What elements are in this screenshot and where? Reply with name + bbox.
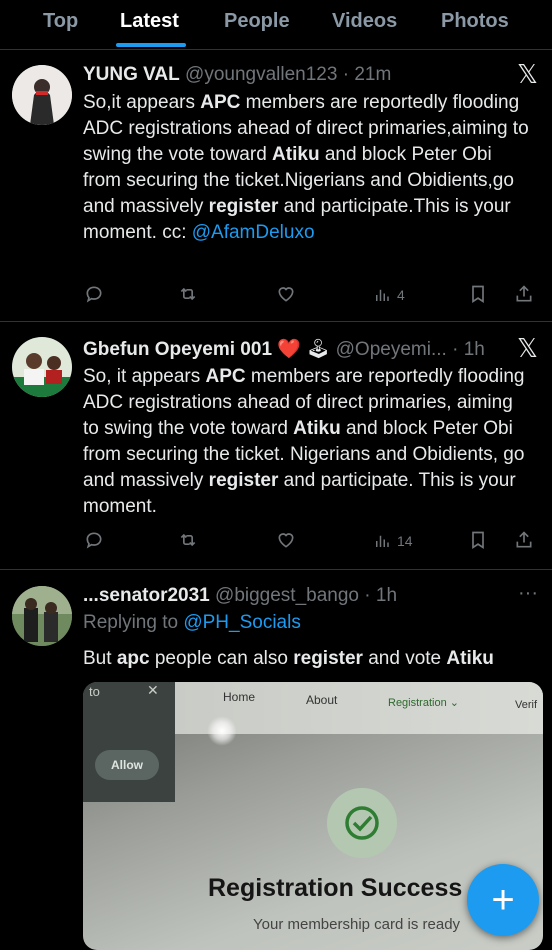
- views-button[interactable]: 4: [372, 286, 405, 304]
- avatar[interactable]: [12, 586, 72, 646]
- photo-heading: Registration Success: [208, 874, 463, 902]
- replying-to-link[interactable]: @PH_Socials: [183, 612, 301, 633]
- tab-photos[interactable]: Photos: [441, 10, 509, 33]
- repost-button[interactable]: [177, 284, 199, 304]
- views-count: 14: [397, 533, 413, 549]
- tweet-header: YUNG VAL @youngvallen123 · 21m: [83, 64, 392, 85]
- timestamp[interactable]: 1h: [464, 339, 485, 360]
- display-name[interactable]: YUNG VAL: [83, 64, 180, 85]
- reply-icon: [86, 532, 102, 549]
- x-logo-icon: 𝕏: [517, 60, 538, 90]
- handle[interactable]: @Opeyemi...: [336, 339, 447, 360]
- photo-popup-area: [83, 682, 175, 802]
- tweet-header: ...senator2031 @biggest_bango · 1h: [83, 585, 398, 606]
- bookmark-button[interactable]: [468, 284, 488, 304]
- success-check-icon: [327, 788, 397, 858]
- reply-button[interactable]: [84, 284, 104, 304]
- display-name[interactable]: Gbefun Opeyemi 001: [83, 339, 272, 360]
- photo-subtext: Your membership card is ready: [253, 916, 461, 933]
- bookmark-icon: [472, 531, 484, 550]
- tweet-text: But apc people can also register and vot…: [83, 648, 494, 669]
- views-icon: [376, 535, 389, 547]
- timestamp[interactable]: 21m: [354, 64, 391, 85]
- photo-nav-registration: Registration ⌄: [388, 697, 459, 709]
- tweet-text: So, it appears APC members are reportedl…: [83, 366, 525, 517]
- share-icon: [516, 531, 532, 548]
- tweet[interactable]: YUNG VAL @youngvallen123 · 21m 𝕏 So,it a…: [0, 50, 552, 322]
- display-name[interactable]: ...senator2031: [83, 585, 210, 606]
- heart-icon: [278, 287, 294, 302]
- photo-nav-verify: Verif: [515, 699, 538, 711]
- views-icon: [376, 289, 389, 301]
- like-button[interactable]: [275, 284, 297, 304]
- views-count: 4: [397, 287, 405, 303]
- repost-icon: [180, 533, 196, 547]
- avatar[interactable]: [12, 65, 72, 125]
- tweet-text: So,it appears APC members are reportedly…: [83, 92, 529, 243]
- bookmark-button[interactable]: [468, 530, 488, 550]
- repost-icon: [180, 287, 196, 301]
- timestamp[interactable]: 1h: [376, 585, 397, 606]
- share-button[interactable]: [514, 284, 534, 304]
- search-tabs: Top Latest People Videos Photos: [0, 0, 552, 50]
- replying-to: Replying to @PH_Socials: [83, 612, 301, 633]
- light-glare: [207, 716, 237, 746]
- name-emoji: ❤️ 🕹: [277, 339, 331, 360]
- tab-videos[interactable]: Videos: [332, 10, 397, 33]
- allow-button: Allow: [95, 750, 159, 780]
- tweet[interactable]: Gbefun Opeyemi 001 ❤️ 🕹 @Opeyemi... · 1h…: [0, 322, 552, 570]
- x-logo-icon: 𝕏: [517, 334, 538, 364]
- share-icon: [516, 285, 532, 302]
- reply-button[interactable]: [84, 530, 104, 550]
- compose-button[interactable]: +: [467, 864, 539, 936]
- like-button[interactable]: [275, 530, 297, 550]
- tab-latest[interactable]: Latest: [120, 10, 179, 33]
- heart-icon: [278, 533, 294, 548]
- mention-link[interactable]: @AfamDeluxo: [192, 222, 315, 243]
- more-options-icon[interactable]: ···: [518, 582, 538, 605]
- views-button[interactable]: 14: [372, 532, 413, 550]
- tab-top[interactable]: Top: [43, 10, 78, 33]
- handle[interactable]: @biggest_bango: [215, 585, 359, 606]
- handle[interactable]: @youngvallen123: [185, 64, 337, 85]
- avatar[interactable]: [12, 337, 72, 397]
- popup-close-icon: ✕: [147, 682, 159, 698]
- share-button[interactable]: [514, 530, 534, 550]
- active-tab-indicator: [116, 43, 186, 47]
- reply-icon: [86, 286, 102, 303]
- tab-people[interactable]: People: [224, 10, 290, 33]
- popup-text: to: [89, 684, 100, 699]
- plus-icon: +: [491, 877, 515, 922]
- tweet-header: Gbefun Opeyemi 001 ❤️ 🕹 @Opeyemi... · 1h: [83, 339, 485, 360]
- photo-nav-home: Home: [223, 690, 256, 704]
- repost-button[interactable]: [177, 530, 199, 550]
- photo-nav-about: About: [306, 693, 338, 707]
- bookmark-icon: [472, 285, 484, 304]
